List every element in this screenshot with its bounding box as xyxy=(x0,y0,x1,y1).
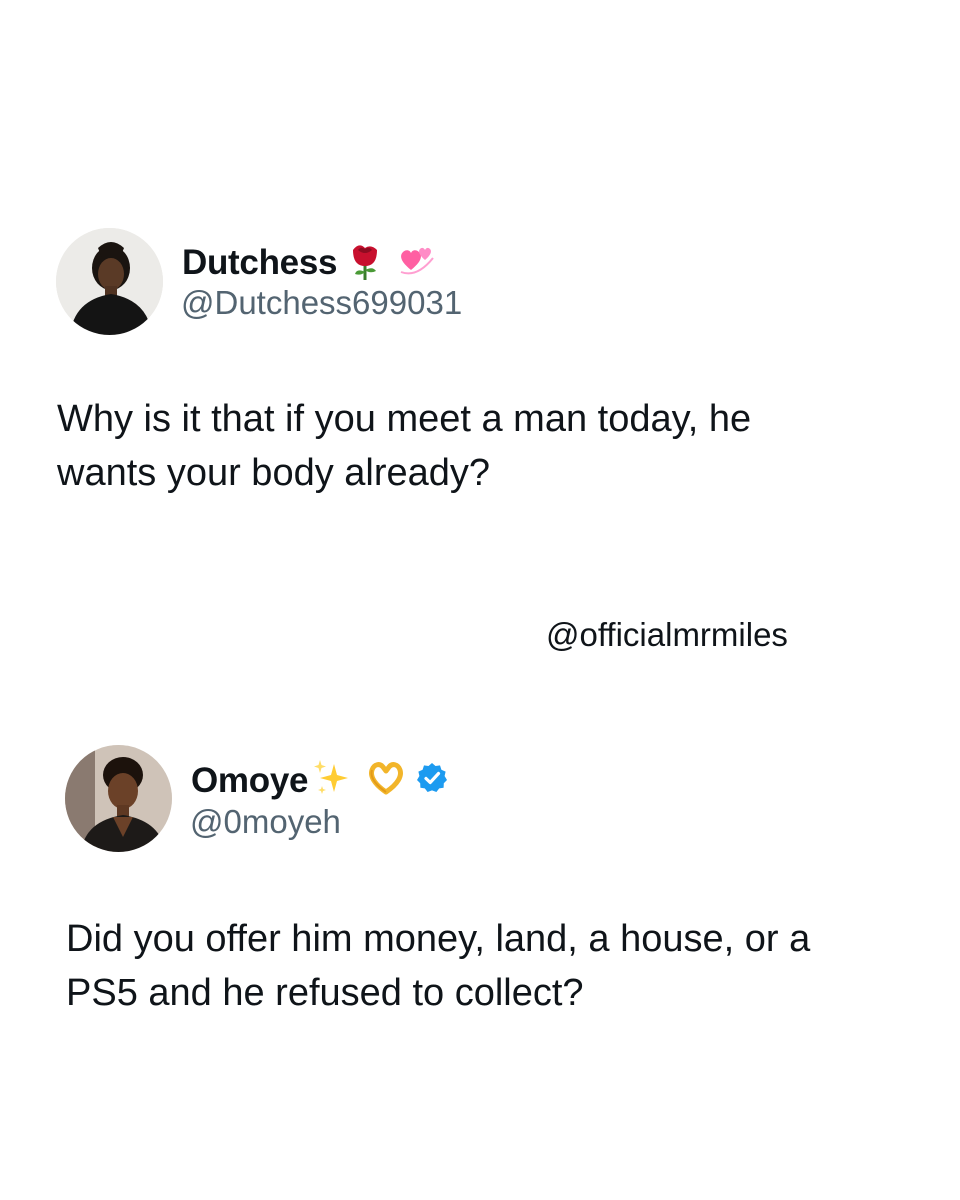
display-name[interactable]: Omoye xyxy=(191,761,308,801)
name-row: Dutchess xyxy=(182,238,437,287)
name-row: Omoye xyxy=(191,756,448,805)
tweet-text: Did you offer him money, land, a house, … xyxy=(66,912,810,1020)
tweet-text: Why is it that if you meet a man today, … xyxy=(57,392,751,500)
display-name[interactable]: Dutchess xyxy=(182,243,337,283)
handle[interactable]: @0moyeh xyxy=(190,803,341,841)
avatar[interactable] xyxy=(56,228,163,335)
watermark: @officialmrmiles xyxy=(546,616,788,653)
rose-icon xyxy=(343,238,387,287)
revolving-hearts-icon xyxy=(397,240,437,285)
sparkles-icon xyxy=(310,756,354,805)
verified-badge-icon xyxy=(416,762,448,799)
tweet-text-line: PS5 and he refused to collect? xyxy=(66,972,584,1014)
avatar[interactable] xyxy=(65,745,172,852)
tweet-text-line: wants your body already? xyxy=(57,452,491,494)
handle[interactable]: @Dutchess699031 xyxy=(181,284,462,322)
heart-hands-icon xyxy=(364,760,408,801)
tweet-text-line: Why is it that if you meet a man today, … xyxy=(57,398,752,440)
tweet-text-line: Did you offer him money, land, a house, … xyxy=(66,918,811,960)
